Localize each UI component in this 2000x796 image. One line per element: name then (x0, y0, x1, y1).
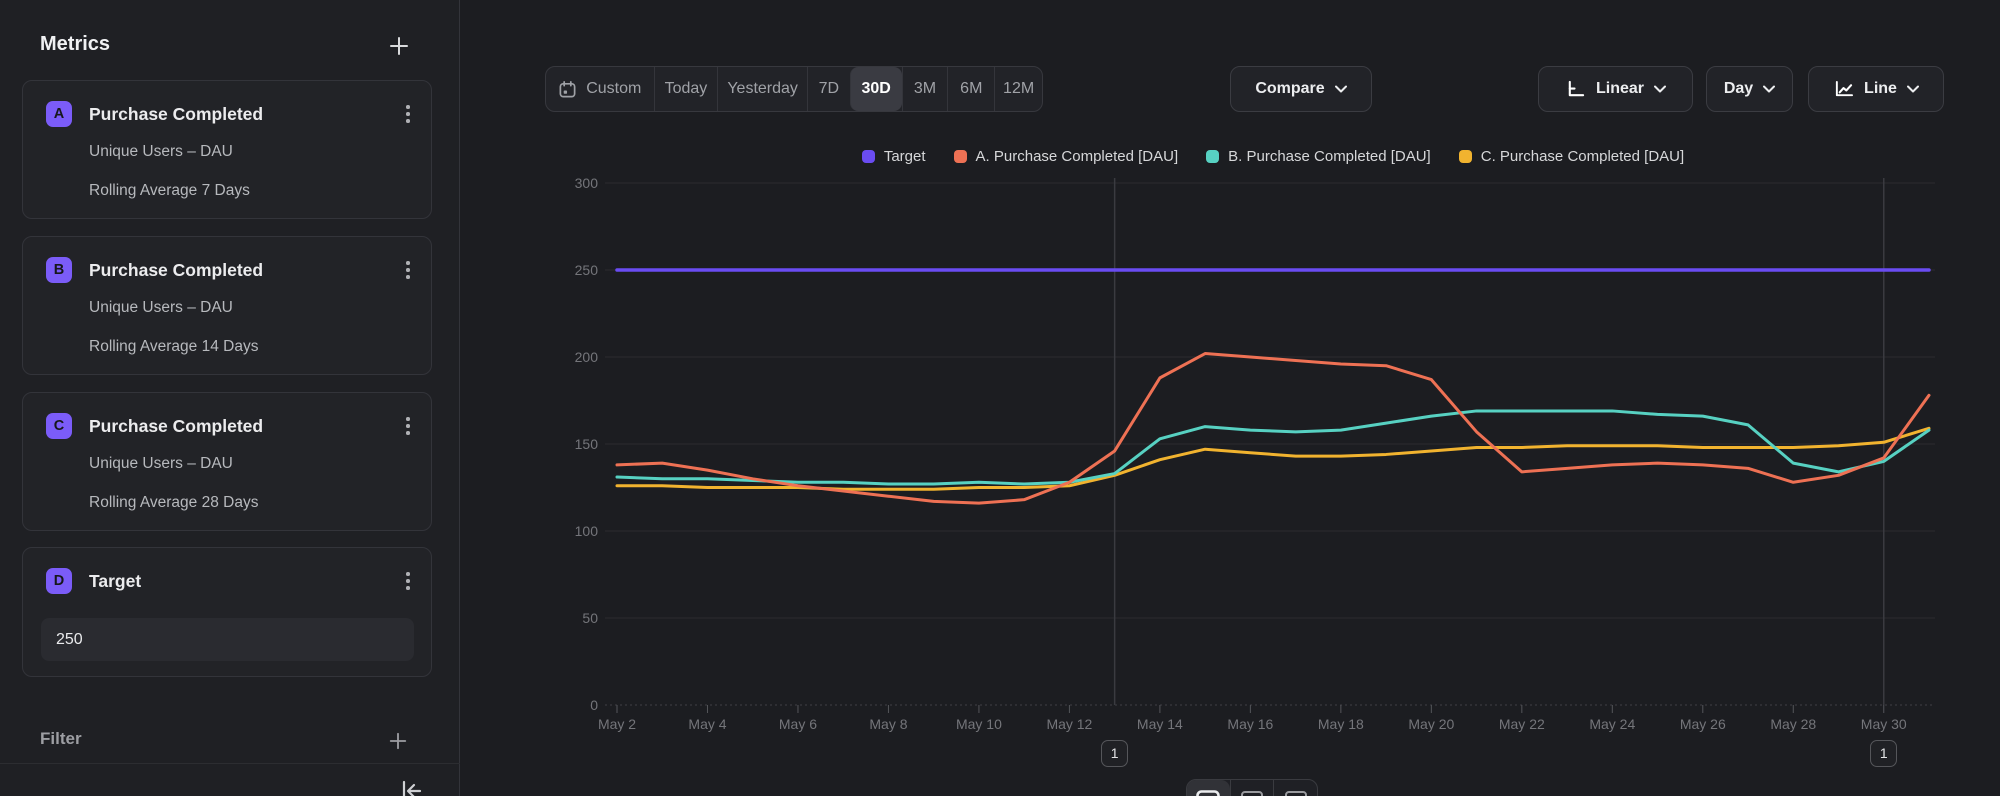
calendar-icon (558, 80, 577, 99)
metric-badge-c: C (46, 413, 72, 439)
plus-icon (388, 35, 410, 57)
target-title: Target (89, 568, 141, 594)
granularity-button[interactable]: Day (1706, 66, 1793, 112)
line-chart-icon (1833, 80, 1854, 99)
range-3m[interactable]: 3M (902, 67, 948, 111)
table-view-icon (1240, 790, 1264, 796)
date-range-control: Custom Today Yesterday 7D 30D 3M 6M 12M (545, 66, 1043, 112)
view-table-toggle[interactable] (1230, 780, 1274, 796)
sidebar-divider (0, 763, 460, 764)
chart-panel: Custom Today Yesterday 7D 30D 3M 6M 12M … (461, 0, 2000, 796)
panel-view-icon (1284, 790, 1308, 796)
view-chart-toggle[interactable] (1187, 780, 1230, 796)
metric-badge-b: B (46, 257, 72, 283)
annotation-badge[interactable]: 1 (1870, 740, 1897, 767)
legend-item-a[interactable]: A. Purchase Completed [DAU] (954, 148, 1179, 165)
metric-measure: Unique Users – DAU (89, 143, 233, 161)
scale-button[interactable]: Linear (1538, 66, 1693, 112)
range-label: Custom (586, 80, 641, 98)
axis-scale-icon (1565, 80, 1586, 99)
metric-title: Purchase Completed (89, 257, 263, 283)
chevron-down-icon (1335, 85, 1347, 93)
metric-title: Purchase Completed (89, 413, 263, 439)
metric-card-c[interactable]: C Purchase Completed Unique Users – DAU … (22, 392, 432, 531)
range-today[interactable]: Today (654, 67, 718, 111)
metrics-header: Metrics (40, 33, 110, 56)
metrics-sidebar: Metrics A Purchase Completed Unique User… (0, 0, 460, 796)
metric-measure: Unique Users – DAU (89, 299, 233, 317)
collapse-sidebar-button[interactable] (398, 778, 424, 796)
metric-rolling-avg: Rolling Average 14 Days (89, 338, 258, 356)
kebab-menu-icon[interactable] (401, 414, 415, 438)
kebab-menu-icon[interactable] (401, 258, 415, 282)
range-12m[interactable]: 12M (994, 67, 1042, 111)
filter-header: Filter (40, 729, 82, 749)
legend-swatch-b (1206, 150, 1219, 163)
plus-icon (388, 731, 408, 751)
metric-badge-a: A (46, 101, 72, 127)
chevron-down-icon (1907, 85, 1919, 93)
metric-measure: Unique Users – DAU (89, 455, 233, 473)
kebab-menu-icon[interactable] (401, 102, 415, 126)
legend-swatch-c (1459, 150, 1472, 163)
range-30d[interactable]: 30D (850, 67, 902, 111)
legend-item-b[interactable]: B. Purchase Completed [DAU] (1206, 148, 1431, 165)
kebab-menu-icon[interactable] (401, 569, 415, 593)
view-toggle-control (1186, 779, 1318, 796)
range-yesterday[interactable]: Yesterday (717, 67, 807, 111)
legend-swatch-target (862, 150, 875, 163)
view-notes-toggle[interactable] (1273, 780, 1317, 796)
target-value-input[interactable] (41, 618, 414, 661)
chart-view-icon (1196, 790, 1220, 796)
chevron-down-icon (1654, 85, 1666, 93)
metric-card-a[interactable]: A Purchase Completed Unique Users – DAU … (22, 80, 432, 219)
metric-card-b[interactable]: B Purchase Completed Unique Users – DAU … (22, 236, 432, 375)
metric-badge-d: D (46, 568, 72, 594)
range-7d[interactable]: 7D (807, 67, 850, 111)
chevron-down-icon (1763, 85, 1775, 93)
metric-rolling-avg: Rolling Average 7 Days (89, 182, 250, 200)
range-custom[interactable]: Custom (546, 67, 654, 111)
metric-title: Purchase Completed (89, 101, 263, 127)
compare-button[interactable]: Compare (1230, 66, 1372, 112)
collapse-left-icon (398, 778, 424, 796)
annotation-badge[interactable]: 1 (1101, 740, 1128, 767)
add-filter-button[interactable] (388, 731, 408, 756)
add-metric-button[interactable] (388, 35, 410, 62)
chart-type-button[interactable]: Line (1808, 66, 1944, 112)
target-card[interactable]: D Target (22, 547, 432, 677)
legend-item-target[interactable]: Target (862, 148, 926, 165)
legend-swatch-a (954, 150, 967, 163)
range-6m[interactable]: 6M (947, 67, 994, 111)
metric-rolling-avg: Rolling Average 28 Days (89, 494, 258, 512)
legend-item-c[interactable]: C. Purchase Completed [DAU] (1459, 148, 1684, 165)
chart-legend: Target A. Purchase Completed [DAU] B. Pu… (617, 147, 1929, 165)
